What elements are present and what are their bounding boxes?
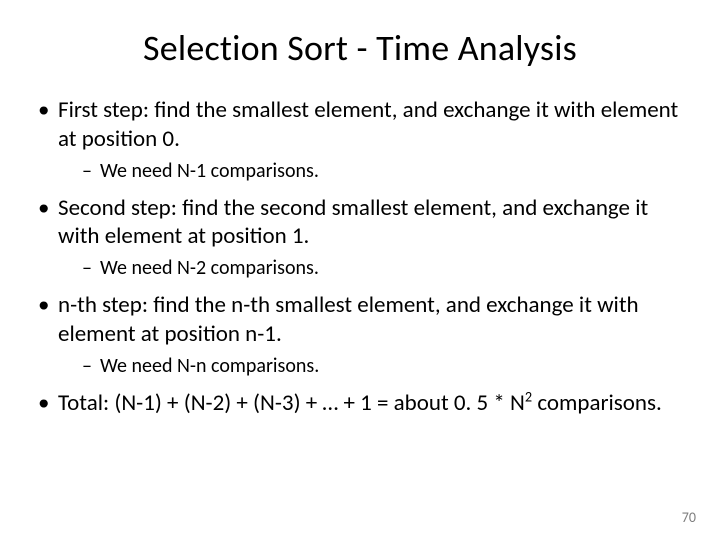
bullet-text: Total: (N-1) + (N-2) + (N-3) + … + 1 = a… xyxy=(58,389,525,417)
sub-text: We need N-1 comparisons. xyxy=(100,159,319,183)
bullet-list: First step: find the smallest element, a… xyxy=(36,96,684,417)
sub-text: We need N-n comparisons. xyxy=(100,354,319,378)
slide-title: Selection Sort - Time Analysis xyxy=(36,26,684,70)
sub-list: We need N-2 comparisons. xyxy=(58,255,684,281)
list-item: n-th step: find the n-th smallest elemen… xyxy=(36,291,684,379)
list-item: First step: find the smallest element, a… xyxy=(36,96,684,184)
bullet-text: n-th step: find the n-th smallest elemen… xyxy=(58,291,639,348)
slide: Selection Sort - Time Analysis First ste… xyxy=(0,0,720,540)
list-item: Total: (N-1) + (N-2) + (N-3) + … + 1 = a… xyxy=(36,389,684,418)
bullet-text: First step: find the smallest element, a… xyxy=(58,96,678,153)
bullet-text: Second step: find the second smallest el… xyxy=(58,194,648,251)
sub-list: We need N-n comparisons. xyxy=(58,353,684,379)
page-number: 70 xyxy=(682,509,696,526)
sub-item: We need N-n comparisons. xyxy=(82,353,684,379)
sub-list: We need N-1 comparisons. xyxy=(58,158,684,184)
sub-item: We need N-2 comparisons. xyxy=(82,255,684,281)
list-item: Second step: find the second smallest el… xyxy=(36,194,684,282)
sub-item: We need N-1 comparisons. xyxy=(82,158,684,184)
sub-text: We need N-2 comparisons. xyxy=(100,256,319,280)
bullet-text-tail: comparisons. xyxy=(532,389,662,417)
